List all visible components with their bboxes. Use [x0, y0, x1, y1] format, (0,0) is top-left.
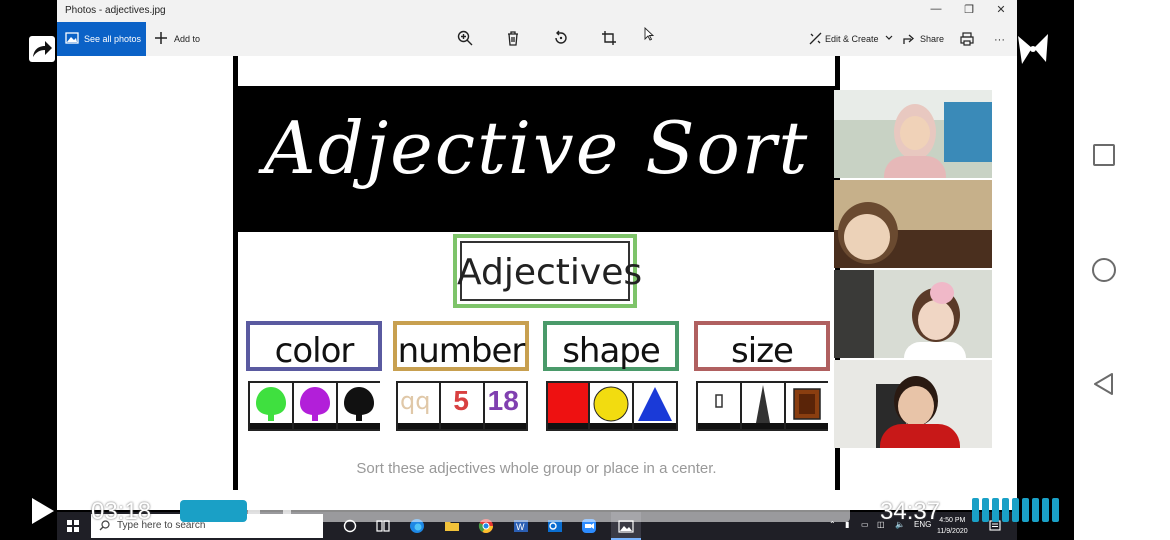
buffer-marker: [283, 503, 291, 519]
see-all-photos-button[interactable]: See all photos: [57, 22, 146, 56]
share-arrow-icon: [33, 41, 52, 57]
small-object-icon: [715, 394, 723, 408]
home-icon[interactable]: [1092, 258, 1116, 282]
yellow-circle-card: [590, 383, 634, 429]
crop-icon[interactable]: [601, 30, 617, 46]
current-time: 03:18: [91, 498, 152, 525]
maximize-button[interactable]: ❐: [960, 3, 978, 19]
clock-time: 4:50 PM: [939, 517, 966, 524]
category-shape: shape: [543, 321, 679, 371]
android-navigation-bar: [1074, 0, 1170, 540]
print-icon[interactable]: [960, 32, 974, 46]
category-label: shape: [562, 331, 661, 371]
category-label: size: [731, 331, 794, 371]
buffer-marker: [248, 503, 260, 519]
brown-box-card: [786, 383, 828, 429]
small-object-card: [698, 383, 742, 429]
windows-start-icon[interactable]: [67, 520, 79, 532]
taskbar-clock[interactable]: 4:50 PM 11/9/2020: [937, 515, 968, 537]
brown-box-icon: [793, 388, 821, 420]
yellow-circle-icon: [593, 386, 629, 422]
recent-apps-icon[interactable]: [1093, 144, 1115, 166]
green-tree-card: [250, 383, 294, 429]
worksheet-image: Adjective Sort Adjectives color number s…: [233, 56, 840, 490]
clock-date: 11/9/2020: [937, 528, 968, 535]
category-color: color: [246, 321, 382, 371]
play-icon[interactable]: [30, 497, 56, 525]
delete-icon[interactable]: [505, 30, 521, 46]
category-size: size: [694, 321, 830, 371]
purple-tree-card: [294, 383, 338, 429]
image-canvas: Adjective Sort Adjectives color number s…: [57, 56, 1017, 510]
number-cards: qq 5 18: [396, 381, 528, 431]
worksheet-title: Adjective Sort: [263, 106, 810, 190]
edit-create-icon: [809, 32, 822, 45]
video-progress-fill: [180, 500, 247, 522]
add-to-button[interactable]: Add to: [153, 22, 209, 56]
tower-card: [742, 383, 786, 429]
black-tree-icon: [344, 387, 374, 421]
category-label: number: [397, 331, 526, 371]
bowtie-icon[interactable]: [1016, 32, 1050, 66]
more-options-button[interactable]: ···: [994, 34, 1005, 46]
adjectives-header-box: Adjectives: [453, 234, 643, 308]
color-cards: [248, 381, 380, 431]
video-progress-bar[interactable]: [180, 500, 850, 522]
number-card: 18: [484, 383, 526, 429]
edit-create-button[interactable]: Edit & Create: [809, 22, 895, 56]
rotate-icon[interactable]: [553, 30, 569, 46]
close-button[interactable]: ✕: [992, 3, 1010, 19]
green-tree-icon: [256, 387, 286, 421]
add-to-label: Add to: [174, 34, 201, 44]
edit-create-label: Edit & Create: [825, 34, 879, 44]
blue-triangle-card: [634, 383, 676, 429]
number-card-value: 18: [487, 385, 519, 416]
title-bar: Photos - adjectives.jpg — ❐ ✕: [57, 0, 1017, 22]
category-label: color: [274, 331, 355, 371]
red-square-card: [548, 383, 590, 429]
photos-window: Photos - adjectives.jpg — ❐ ✕ See all ph…: [57, 0, 1017, 510]
zoom-in-icon[interactable]: [457, 30, 473, 46]
size-cards: [696, 381, 828, 431]
category-number: number: [393, 321, 529, 371]
total-time: 34:37: [880, 498, 941, 525]
participant-video-student-1: [834, 180, 992, 268]
number-card-value: 5: [453, 385, 469, 416]
participant-video-teacher: [834, 90, 992, 178]
photo-icon: [65, 32, 79, 44]
number-card: 5: [441, 383, 485, 429]
share-label: Share: [920, 34, 945, 44]
chevron-down-icon: [885, 35, 893, 40]
blue-triangle-icon: [638, 387, 672, 421]
title-banner: Adjective Sort: [238, 86, 835, 232]
svg-text:W: W: [516, 522, 525, 532]
number-card: qq: [398, 383, 442, 429]
photos-toolbar: See all photos Add to Edit & Create Shar…: [57, 22, 1017, 56]
see-all-label: See all photos: [84, 34, 142, 44]
plus-icon: [155, 32, 167, 44]
instructions-text: Sort these adjectives whole group or pla…: [356, 460, 717, 477]
share-video-button[interactable]: [29, 36, 55, 62]
share-button[interactable]: Share: [903, 22, 947, 56]
minimize-button[interactable]: —: [927, 3, 945, 19]
participant-video-student-3: [834, 360, 992, 448]
purple-tree-icon: [300, 387, 330, 421]
tower-icon: [756, 385, 770, 423]
mouse-cursor-icon: [644, 27, 654, 41]
battery-icon: ▭: [861, 520, 869, 529]
number-card-value: qq: [400, 387, 431, 415]
shape-cards: [546, 381, 678, 431]
participant-video-student-2: [834, 270, 992, 358]
adjectives-header: Adjectives: [457, 252, 643, 293]
black-tree-card: [338, 383, 380, 429]
window-title: Photos - adjectives.jpg: [65, 5, 166, 16]
share-icon: [903, 34, 914, 44]
volume-bars[interactable]: [972, 498, 1059, 522]
back-icon[interactable]: [1092, 372, 1116, 396]
